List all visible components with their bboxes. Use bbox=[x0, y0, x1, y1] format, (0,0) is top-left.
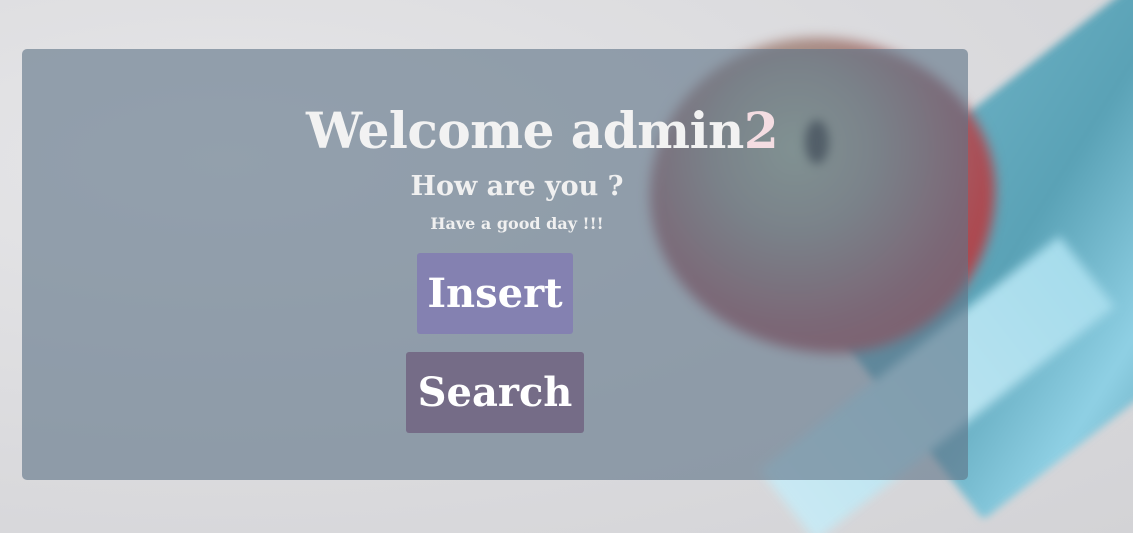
welcome-tagline: Have a good day !!! bbox=[430, 214, 604, 233]
welcome-greeting: Welcome admin bbox=[306, 101, 744, 160]
search-button[interactable]: Search bbox=[406, 352, 584, 433]
welcome-user-suffix: 2 bbox=[743, 101, 779, 160]
welcome-title: Welcome admin2 bbox=[306, 101, 779, 161]
welcome-subtitle: How are you ? bbox=[410, 171, 624, 202]
welcome-panel: Welcome admin2 How are you ? Have a good… bbox=[22, 49, 968, 480]
insert-button[interactable]: Insert bbox=[417, 253, 573, 334]
